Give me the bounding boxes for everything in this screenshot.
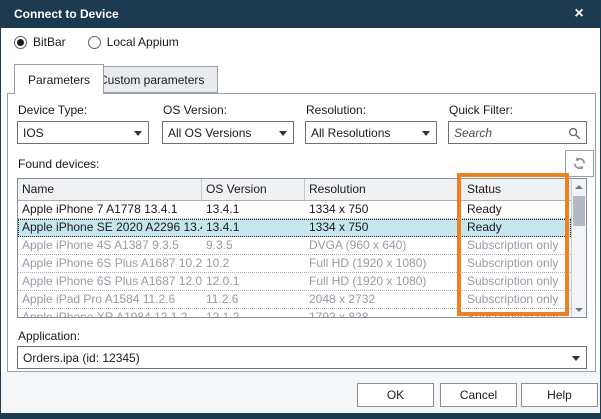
device-name-cell: Apple iPhone XR A1984 12.1.2 — [18, 309, 202, 317]
device-os-cell: 12.1.2 — [202, 309, 305, 317]
cancel-button[interactable]: Cancel — [440, 383, 517, 407]
device-resolution-cell: Full HD (1920 x 1080) — [305, 255, 460, 272]
refresh-button[interactable] — [565, 150, 594, 177]
quick-filter-input[interactable]: Search — [448, 121, 587, 144]
title-bar: Connect to Device × — [1, 0, 600, 28]
device-table: Name OS Version Resolution Status Apple … — [17, 178, 587, 318]
device-name-cell: Apple iPhone 6S Plus A1687 10.2 — [18, 255, 202, 272]
device-row[interactable]: Apple iPhone SE 2020 A2296 13.4.113.4.11… — [18, 219, 571, 237]
resolution-value: All Resolutions — [311, 126, 390, 140]
application-value: Orders.ipa (id: 12345) — [23, 351, 140, 365]
radio-selected-icon — [14, 36, 27, 49]
device-os-cell: 13.4.1 — [202, 201, 305, 218]
search-placeholder: Search — [454, 126, 492, 140]
device-resolution-cell: 1334 x 750 — [305, 201, 460, 218]
device-row[interactable]: Apple iPhone 4S A1387 9.3.59.3.5DVGA (96… — [18, 237, 571, 255]
device-resolution-cell: 1792 x 828 — [305, 309, 460, 317]
device-resolution-cell: 1334 x 750 — [305, 219, 460, 236]
device-type-label: Device Type: — [18, 103, 87, 117]
tab-parameters-label: Parameters — [28, 73, 90, 87]
connection-mode-group: BitBar Local Appium — [14, 35, 179, 49]
application-label: Application: — [18, 329, 80, 343]
os-version-label: OS Version: — [163, 103, 227, 117]
device-resolution-cell: DVGA (960 x 640) — [305, 237, 460, 254]
column-header-os-version[interactable]: OS Version — [202, 179, 305, 200]
device-row[interactable]: Apple iPad Pro A1584 11.2.611.2.62048 x … — [18, 291, 571, 309]
device-os-cell: 10.2 — [202, 255, 305, 272]
ok-button-label: OK — [387, 388, 404, 402]
radio-unselected-icon — [88, 36, 101, 49]
refresh-icon — [572, 156, 587, 171]
device-os-cell: 9.3.5 — [202, 237, 305, 254]
search-icon — [568, 127, 581, 140]
device-table-header: Name OS Version Resolution Status — [18, 179, 586, 201]
device-os-cell: 11.2.6 — [202, 291, 305, 308]
device-row[interactable]: Apple iPhone 7 A1778 13.4.113.4.11334 x … — [18, 201, 571, 219]
device-status-cell: Ready — [460, 201, 571, 218]
os-version-value: All OS Versions — [168, 126, 251, 140]
column-header-name[interactable]: Name — [18, 179, 202, 200]
radio-bitbar-label: BitBar — [33, 35, 66, 49]
radio-bitbar[interactable]: BitBar — [14, 35, 66, 49]
device-status-cell: Subscription only — [460, 309, 571, 317]
cancel-button-label: Cancel — [460, 388, 497, 402]
help-button-label: Help — [547, 388, 572, 402]
device-os-cell: 12.0.1 — [202, 273, 305, 290]
device-os-cell: 13.4.1 — [202, 219, 305, 236]
quick-filter-label: Quick Filter: — [449, 103, 513, 117]
close-icon[interactable]: × — [558, 0, 600, 28]
ok-button[interactable]: OK — [357, 383, 434, 407]
dropdown-arrow-icon — [134, 131, 142, 136]
device-row[interactable]: Apple iPhone 6S Plus A1687 10.210.2Full … — [18, 255, 571, 273]
device-resolution-cell: 2048 x 2732 — [305, 291, 460, 308]
tab-parameters[interactable]: Parameters — [14, 64, 104, 94]
device-status-cell: Subscription only — [460, 273, 571, 290]
help-button[interactable]: Help — [521, 383, 598, 407]
device-name-cell: Apple iPhone 4S A1387 9.3.5 — [18, 237, 202, 254]
tab-custom-parameters[interactable]: Custom parameters — [85, 66, 218, 93]
radio-local-appium-label: Local Appium — [107, 35, 179, 49]
device-name-cell: Apple iPhone 7 A1778 13.4.1 — [18, 201, 202, 218]
tab-custom-parameters-label: Custom parameters — [99, 73, 204, 87]
dropdown-arrow-icon — [572, 356, 580, 361]
resolution-label: Resolution: — [306, 103, 366, 117]
device-type-value: IOS — [23, 126, 44, 140]
device-status-cell: Ready — [460, 219, 571, 236]
column-header-resolution[interactable]: Resolution — [305, 179, 460, 200]
found-devices-label: Found devices: — [18, 157, 99, 171]
device-status-cell: Subscription only — [460, 237, 571, 254]
device-name-cell: Apple iPhone 6S Plus A1687 12.0.1 — [18, 273, 202, 290]
device-type-select[interactable]: IOS — [17, 121, 149, 144]
dropdown-arrow-icon — [279, 131, 287, 136]
device-name-cell: Apple iPhone SE 2020 A2296 13.4.1 — [18, 219, 202, 236]
scroll-down-icon[interactable] — [572, 302, 586, 317]
device-status-cell: Subscription only — [460, 255, 571, 272]
device-resolution-cell: Full HD (1920 x 1080) — [305, 273, 460, 290]
device-row[interactable]: Apple iPhone XR A1984 12.1.212.1.21792 x… — [18, 309, 571, 317]
device-row[interactable]: Apple iPhone 6S Plus A1687 12.0.112.0.1F… — [18, 273, 571, 291]
device-status-cell: Subscription only — [460, 291, 571, 308]
dropdown-arrow-icon — [422, 131, 430, 136]
scroll-up-icon[interactable] — [572, 179, 586, 194]
scrollbar-thumb[interactable] — [573, 196, 585, 226]
resolution-select[interactable]: All Resolutions — [305, 121, 437, 144]
application-select[interactable]: Orders.ipa (id: 12345) — [17, 346, 587, 369]
device-table-body: Apple iPhone 7 A1778 13.4.113.4.11334 x … — [18, 201, 571, 317]
device-name-cell: Apple iPad Pro A1584 11.2.6 — [18, 291, 202, 308]
table-scrollbar[interactable] — [571, 179, 586, 317]
dialog-bottom-border — [1, 413, 600, 419]
radio-local-appium[interactable]: Local Appium — [88, 35, 179, 49]
dialog-title: Connect to Device — [14, 7, 119, 21]
connect-to-device-dialog: Connect to Device × BitBar Local Appium … — [0, 0, 601, 419]
column-header-status[interactable]: Status — [460, 179, 571, 200]
os-version-select[interactable]: All OS Versions — [162, 121, 294, 144]
